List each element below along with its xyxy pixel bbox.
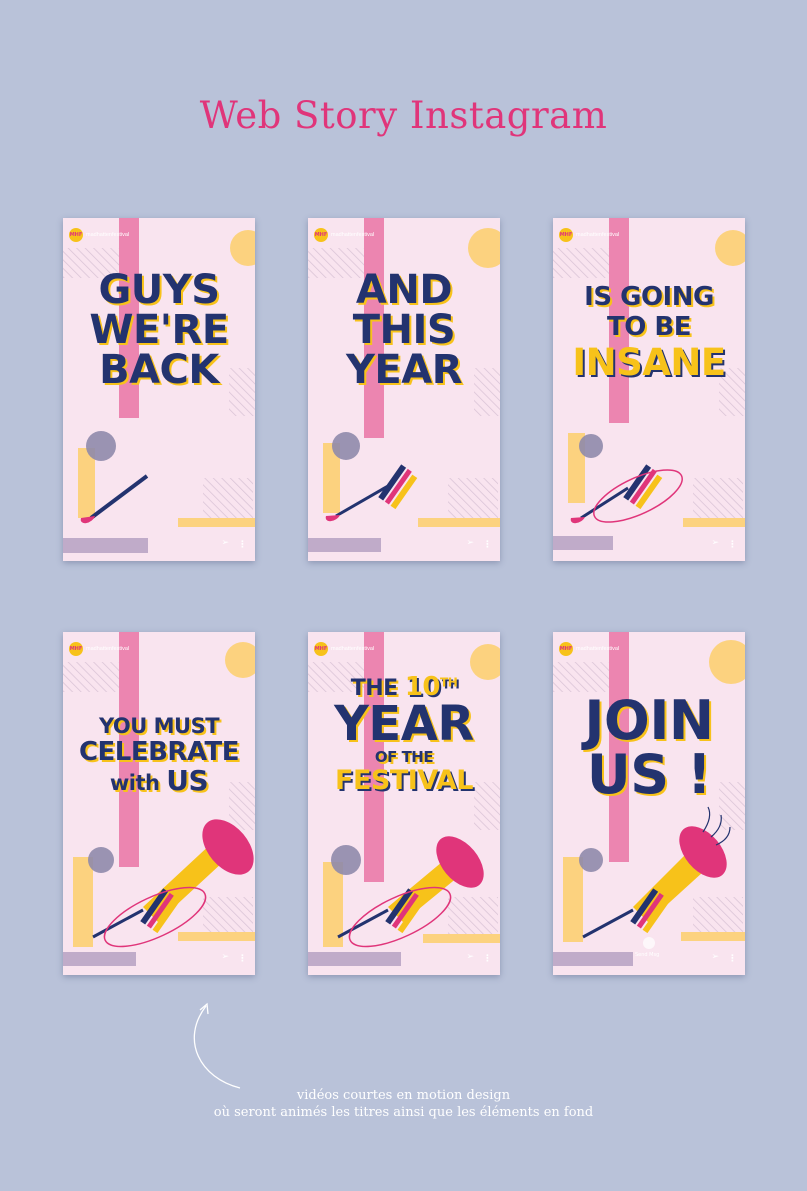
story-header: MHF madhattenfestival <box>69 228 129 242</box>
story-background <box>63 632 255 966</box>
account-name[interactable]: madhattenfestival <box>331 232 374 238</box>
account-name[interactable]: madhattenfestival <box>576 232 619 238</box>
story-card-1[interactable]: MHF madhattenfestival GUYS WE'RE BACK ➢ … <box>63 218 255 561</box>
account-name[interactable]: madhattenfestival <box>331 646 374 652</box>
story-headline: YOU MUST CELEBRATE with US <box>78 714 240 797</box>
more-vertical-icon[interactable]: ⋮ <box>238 954 247 964</box>
more-vertical-icon[interactable]: ⋮ <box>728 540 737 550</box>
festival-logo: MHF <box>314 228 328 242</box>
festival-logo: MHF <box>69 228 83 242</box>
more-vertical-icon[interactable]: ⋮ <box>483 540 492 550</box>
story-header: MHF madhattenfestival <box>314 642 374 656</box>
caption-line-1: vidéos courtes en motion design <box>296 1088 511 1103</box>
story-background <box>553 218 745 550</box>
account-name[interactable]: madhattenfestival <box>86 646 129 652</box>
send-icon[interactable]: ➢ <box>221 538 229 548</box>
story-headline: IS GOING TO BE INSANE <box>572 282 726 384</box>
send-icon[interactable]: ➢ <box>711 538 719 548</box>
more-vertical-icon[interactable]: ⋮ <box>483 954 492 964</box>
story-headline: JOIN US ! <box>584 689 714 806</box>
more-vertical-icon[interactable]: ⋮ <box>728 954 737 964</box>
send-icon[interactable]: ➢ <box>466 952 474 962</box>
festival-logo: MHF <box>314 642 328 656</box>
caption-line-2: où seront animés les titres ainsi que le… <box>213 1105 594 1120</box>
story-headline: GUYS WE'RE BACK <box>89 267 229 393</box>
account-name[interactable]: madhattenfestival <box>86 232 129 238</box>
story-card-6[interactable]: MHF madhattenfestival JOIN US ! Send Msg… <box>553 632 745 975</box>
send-message-label[interactable]: Send Msg <box>635 952 659 958</box>
story-headline: THE 10TH YEAR OF THE FESTIVAL <box>334 672 474 796</box>
story-header: MHF madhattenfestival <box>314 228 374 242</box>
curved-arrow-icon <box>193 1002 241 1089</box>
page-title: Web Story Instagram <box>199 94 608 137</box>
story-header: MHF madhattenfestival <box>559 228 619 242</box>
account-name[interactable]: madhattenfestival <box>576 646 619 652</box>
send-icon[interactable]: ➢ <box>466 538 474 548</box>
festival-logo: MHF <box>69 642 83 656</box>
story-headline: AND THIS YEAR <box>345 267 463 393</box>
send-icon[interactable]: ➢ <box>711 952 719 962</box>
yellow-circle-shape <box>230 230 255 266</box>
festival-logo: MHF <box>559 228 573 242</box>
story-card-4[interactable]: MHF madhattenfestival YOU MUST CELEBRATE… <box>63 632 255 975</box>
festival-logo: MHF <box>559 642 573 656</box>
story-header: MHF madhattenfestival <box>69 642 129 656</box>
story-header: MHF madhattenfestival <box>559 642 619 656</box>
send-icon[interactable]: ➢ <box>221 952 229 962</box>
story-card-5[interactable]: MHF madhattenfestival THE 10TH YEAR OF T… <box>308 632 500 975</box>
story-card-3[interactable]: MHF madhattenfestival IS GOING TO BE INS… <box>553 218 745 561</box>
more-vertical-icon[interactable]: ⋮ <box>238 540 247 550</box>
trumpet-stick-shape <box>89 474 149 520</box>
story-card-2[interactable]: MHF madhattenfestival AND THIS YEAR ➢ ⋮ <box>308 218 500 561</box>
